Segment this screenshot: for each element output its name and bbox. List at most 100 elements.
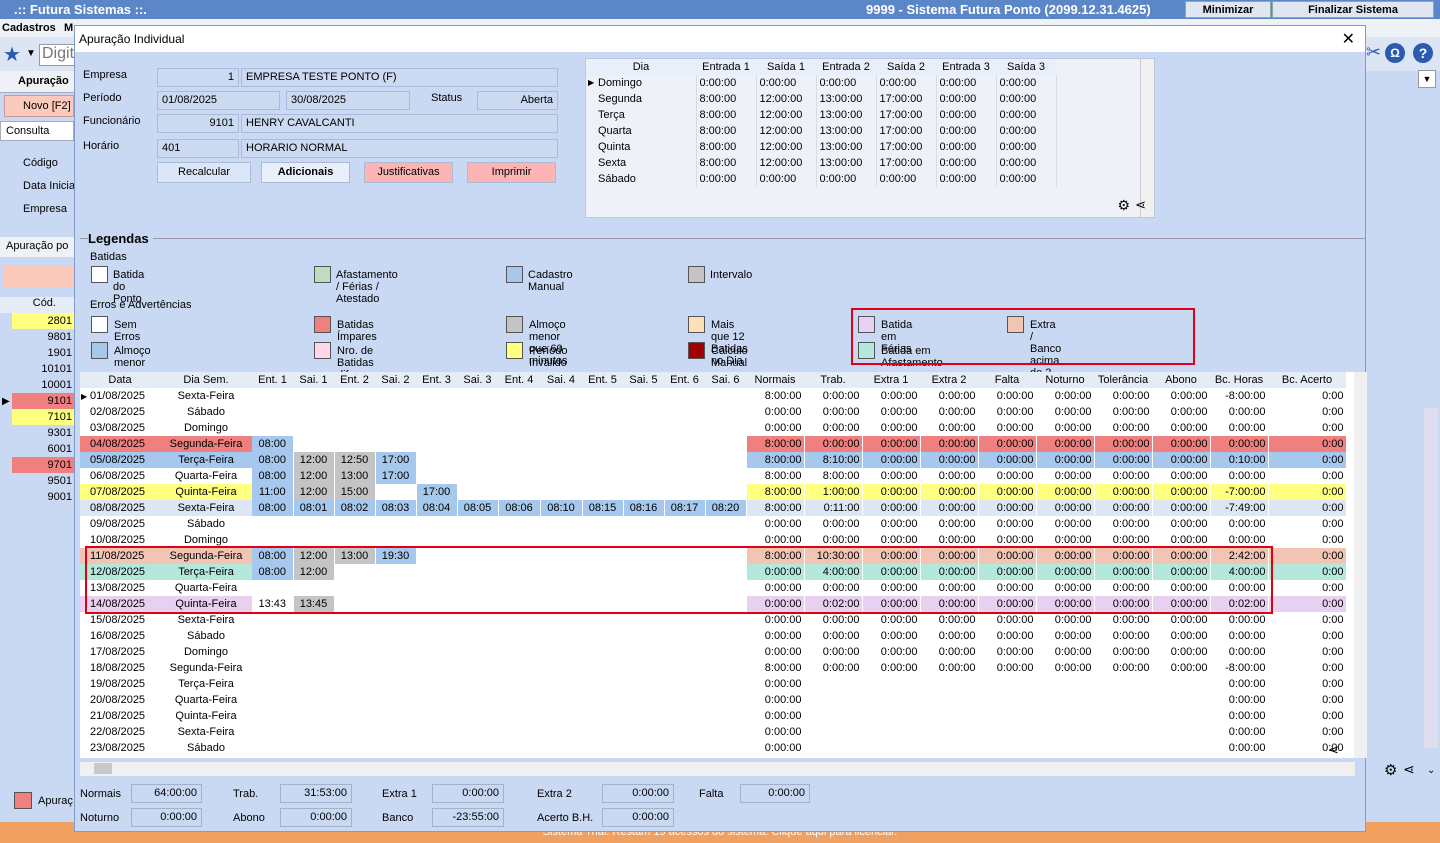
grid-punch-cell[interactable] xyxy=(375,692,417,708)
grid-punch-cell[interactable]: 08:16 xyxy=(623,500,665,516)
grid-punch-cell[interactable] xyxy=(623,708,665,724)
week-share-icon[interactable]: ⋖ xyxy=(1135,197,1146,213)
grid-punch-cell[interactable] xyxy=(334,676,376,692)
grid-punch-cell[interactable] xyxy=(705,420,747,436)
grid-punch-cell[interactable] xyxy=(252,676,294,692)
grid-row[interactable]: 18/08/2025 Segunda-Feira 8:00:00 0:00:00 0:0… xyxy=(80,660,1347,676)
grid-punch-cell[interactable] xyxy=(623,516,665,532)
grid-punch-cell[interactable] xyxy=(705,484,747,500)
grid-punch-cell[interactable] xyxy=(664,628,706,644)
grid-punch-cell[interactable] xyxy=(705,692,747,708)
grid-horizontal-scrollbar[interactable] xyxy=(80,762,1355,776)
grid-punch-cell[interactable] xyxy=(623,484,665,500)
week-row[interactable]: Sábado 0:00:00 0:00:00 0:00:00 0:00:00 0:00:0… xyxy=(586,171,1057,187)
grid-header-cell[interactable]: Sai. 4 xyxy=(540,372,582,388)
grid-punch-cell[interactable] xyxy=(498,692,541,708)
grid-punch-cell[interactable] xyxy=(252,612,294,628)
close-icon[interactable]: ✕ xyxy=(1342,29,1355,49)
grid-header-cell[interactable]: Abono xyxy=(1152,372,1210,388)
grid-punch-cell[interactable] xyxy=(416,644,458,660)
grid-punch-cell[interactable] xyxy=(540,740,583,756)
grid-punch-cell[interactable] xyxy=(623,612,665,628)
grid-punch-cell[interactable] xyxy=(457,436,499,452)
tools-icon[interactable]: ✂ xyxy=(1366,42,1381,63)
grid-punch-cell[interactable]: 12:00 xyxy=(293,468,335,484)
grid-punch-cell[interactable] xyxy=(540,612,583,628)
grid-punch-cell[interactable] xyxy=(416,612,458,628)
grid-punch-cell[interactable] xyxy=(416,468,458,484)
grid-header-cell[interactable]: Sai. 2 xyxy=(375,372,416,388)
grid-punch-cell[interactable]: 08:20 xyxy=(705,500,747,516)
grid-row[interactable]: 02/08/2025 Sábado 0:00:00 0:00:00 0:00:00 0:0… xyxy=(80,404,1347,420)
grid-punch-cell[interactable] xyxy=(582,740,624,756)
grid-punch-cell[interactable] xyxy=(705,740,747,756)
grid-row[interactable]: 08/08/2025 Sexta-Feira 08:00 08:01 08:02 08:0… xyxy=(80,500,1347,516)
grid-punch-cell[interactable]: 15:00 xyxy=(334,484,376,500)
grid-punch-cell[interactable]: 08:10 xyxy=(540,500,583,516)
bg-tab-consulta[interactable]: Consulta xyxy=(0,121,74,141)
grid-punch-cell[interactable] xyxy=(540,468,583,484)
grid-punch-cell[interactable] xyxy=(540,436,583,452)
grid-punch-cell[interactable] xyxy=(334,740,376,756)
grid-punch-cell[interactable]: 17:00 xyxy=(416,484,458,500)
grid-punch-cell[interactable] xyxy=(582,452,624,468)
grid-punch-cell[interactable] xyxy=(293,692,335,708)
grid-punch-cell[interactable] xyxy=(540,676,583,692)
grid-punch-cell[interactable] xyxy=(457,484,499,500)
grid-punch-cell[interactable] xyxy=(416,724,458,740)
func-name-field[interactable]: HENRY CAVALCANTI xyxy=(241,114,558,133)
grid-punch-cell[interactable] xyxy=(293,708,335,724)
grid-punch-cell[interactable] xyxy=(375,628,417,644)
grid-punch-cell[interactable]: 08:06 xyxy=(498,500,541,516)
week-row[interactable]: Quinta 8:00:00 12:00:00 13:00:00 17:00:00 0:0… xyxy=(586,139,1057,155)
bg-code-row[interactable]: 7101 xyxy=(12,409,74,425)
grid-row[interactable]: 22/08/2025 Sexta-Feira 0:00:00 0:00:00 0:00 xyxy=(80,724,1347,740)
grid-punch-cell[interactable] xyxy=(334,660,376,676)
grid-header-cell[interactable]: Ent. 2 xyxy=(334,372,375,388)
grid-punch-cell[interactable] xyxy=(252,420,294,436)
grid-row[interactable]: 07/08/2025 Quinta-Feira 11:00 12:00 15:00 17:… xyxy=(80,484,1347,500)
grid-punch-cell[interactable] xyxy=(498,644,541,660)
horario-code-field[interactable]: 401 xyxy=(157,139,239,158)
grid-punch-cell[interactable] xyxy=(416,452,458,468)
func-code-field[interactable]: 9101 xyxy=(157,114,239,133)
grid-punch-cell[interactable] xyxy=(293,388,335,404)
dropdown-arrow-icon[interactable]: ▼ xyxy=(1418,70,1436,88)
grid-punch-cell[interactable] xyxy=(705,612,747,628)
bg-tab-apuracao[interactable]: Apuração xyxy=(18,75,69,87)
grid-row[interactable]: 06/08/2025 Quarta-Feira 08:00 12:00 13:00 17:… xyxy=(80,468,1347,484)
grid-punch-cell[interactable] xyxy=(540,660,583,676)
grid-punch-cell[interactable] xyxy=(252,388,294,404)
justificativas-button[interactable]: Justificativas xyxy=(364,162,453,183)
grid-header-cell[interactable]: Data xyxy=(80,372,160,388)
grid-punch-cell[interactable] xyxy=(664,708,706,724)
week-row[interactable]: Segunda 8:00:00 12:00:00 13:00:00 17:00:00 0:… xyxy=(586,91,1057,107)
grid-punch-cell[interactable] xyxy=(705,628,747,644)
grid-punch-cell[interactable] xyxy=(252,660,294,676)
grid-punch-cell[interactable] xyxy=(293,404,335,420)
bg-code-row[interactable]: 9801 xyxy=(0,329,74,345)
grid-punch-cell[interactable] xyxy=(416,420,458,436)
grid-punch-cell[interactable] xyxy=(498,612,541,628)
grid-punch-cell[interactable] xyxy=(623,404,665,420)
grid-punch-cell[interactable] xyxy=(457,612,499,628)
grid-punch-cell[interactable] xyxy=(334,420,376,436)
bg-button[interactable] xyxy=(4,265,74,287)
grid-header-cell[interactable]: Dia Sem. xyxy=(160,372,252,388)
grid-punch-cell[interactable] xyxy=(623,420,665,436)
grid-header-cell[interactable]: Ent. 6 xyxy=(664,372,705,388)
grid-punch-cell[interactable] xyxy=(705,404,747,420)
bg-code-row[interactable]: 1901 xyxy=(0,345,74,361)
grid-header-cell[interactable]: Sai. 1 xyxy=(293,372,334,388)
grid-row[interactable]: 05/08/2025 Terça-Feira 08:00 12:00 12:50 17:0… xyxy=(80,452,1347,468)
grid-punch-cell[interactable]: 08:00 xyxy=(252,468,294,484)
grid-header-cell[interactable]: Sai. 3 xyxy=(457,372,498,388)
grid-punch-cell[interactable] xyxy=(623,692,665,708)
grid-punch-cell[interactable] xyxy=(252,516,294,532)
grid-header-cell[interactable]: Extra 1 xyxy=(862,372,920,388)
grid-punch-cell[interactable] xyxy=(334,404,376,420)
grid-punch-cell[interactable] xyxy=(705,724,747,740)
grid-punch-cell[interactable] xyxy=(540,484,583,500)
grid-punch-cell[interactable] xyxy=(252,404,294,420)
grid-row[interactable]: 23/08/2025 Sábado 0:00:00 0:00:00 0:00 xyxy=(80,740,1347,756)
